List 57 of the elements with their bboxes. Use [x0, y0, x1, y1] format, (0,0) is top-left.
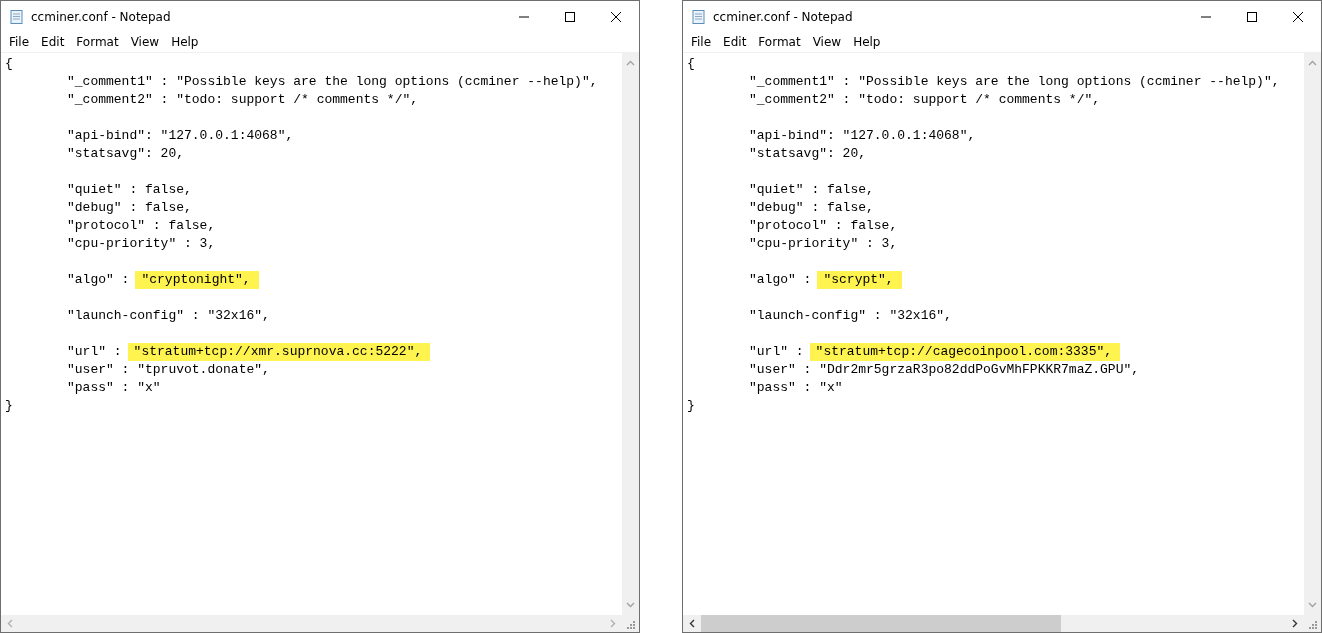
scrollbar-thumb[interactable]	[701, 615, 1061, 632]
notepad-icon	[9, 8, 25, 25]
code-line: }	[687, 397, 696, 415]
menu-item[interactable]: File	[3, 35, 36, 49]
code-line: "_comment2" : "todo: support /* comments */",	[67, 92, 419, 107]
code-line: "user" : "tpruvot.donate",	[67, 362, 270, 377]
code-line: "quiet" : false,	[749, 182, 874, 197]
code-line: "statsavg": 20,	[67, 146, 185, 161]
menu-item[interactable]: View	[124, 35, 166, 49]
code-line: "_comment2" : "todo: support /* comments */",	[749, 92, 1101, 107]
menu-item[interactable]: Edit	[717, 35, 753, 49]
code-line: "quiet" : false,	[67, 182, 192, 197]
highlighted-text: "stratum+tcp://cagecoinpool.com:3335",	[809, 343, 1121, 361]
menu-item[interactable]: Format	[752, 35, 807, 49]
code-text: "url" :	[67, 344, 122, 359]
menu-item[interactable]: Edit	[35, 35, 71, 49]
code-line: {	[687, 55, 696, 73]
resize-grip-icon[interactable]	[1309, 621, 1317, 629]
window-title: ccminer.conf - Notepad	[713, 9, 853, 24]
code-line: "api-bind": "127.0.0.1:4068",	[749, 128, 976, 143]
vertical-scrollbar[interactable]	[622, 53, 639, 615]
code-line: "api-bind": "127.0.0.1:4068",	[67, 128, 294, 143]
highlighted-text: "cryptonight",	[135, 271, 259, 289]
code-line: "cpu-priority" : 3,	[67, 236, 216, 251]
code-line: }	[5, 397, 14, 415]
close-icon[interactable]	[610, 10, 622, 23]
code-line: "launch-config" : "32x16",	[749, 308, 952, 323]
code-text: "url" :	[749, 344, 804, 359]
vertical-scrollbar[interactable]	[1304, 53, 1321, 615]
code-line: "launch-config" : "32x16",	[67, 308, 270, 323]
code-text: "algo" :	[749, 272, 812, 287]
menu-item[interactable]: View	[806, 35, 848, 49]
code-line: "pass" : "x"	[67, 380, 161, 395]
maximize-icon[interactable]	[1246, 10, 1258, 23]
code-line: "_comment1" : "Possible keys are the long options (ccminer --help)",	[749, 74, 1280, 89]
code-line: "pass" : "x"	[749, 380, 843, 395]
highlighted-text: "stratum+tcp://xmr.suprnova.cc:5222",	[127, 343, 431, 361]
menu-item[interactable]: Help	[165, 35, 205, 49]
code-line: "debug" : false,	[749, 200, 874, 215]
highlighted-text: "scrypt",	[817, 271, 902, 289]
code-line: "protocol" : false,	[749, 218, 898, 233]
code-line: "protocol" : false,	[67, 218, 216, 233]
close-icon[interactable]	[1292, 10, 1304, 23]
code-line: {	[5, 55, 14, 73]
menu-item[interactable]: File	[685, 35, 718, 49]
notepad-icon	[691, 8, 707, 25]
code-text: "algo" :	[67, 272, 130, 287]
menu-item[interactable]: Format	[70, 35, 125, 49]
code-line: "_comment1" : "Possible keys are the long options (ccminer --help)",	[67, 74, 598, 89]
maximize-icon[interactable]	[564, 10, 576, 23]
menu-item[interactable]: Help	[847, 35, 887, 49]
resize-grip-icon[interactable]	[627, 621, 635, 629]
code-line: "debug" : false,	[67, 200, 192, 215]
code-line: "cpu-priority" : 3,	[749, 236, 898, 251]
code-line: "statsavg": 20,	[749, 146, 867, 161]
window-title: ccminer.conf - Notepad	[31, 9, 171, 24]
code-line: "user" : "Ddr2mr5grzaR3po82ddPoGvMhFPKKR7maZ.GPU",	[749, 362, 1140, 377]
